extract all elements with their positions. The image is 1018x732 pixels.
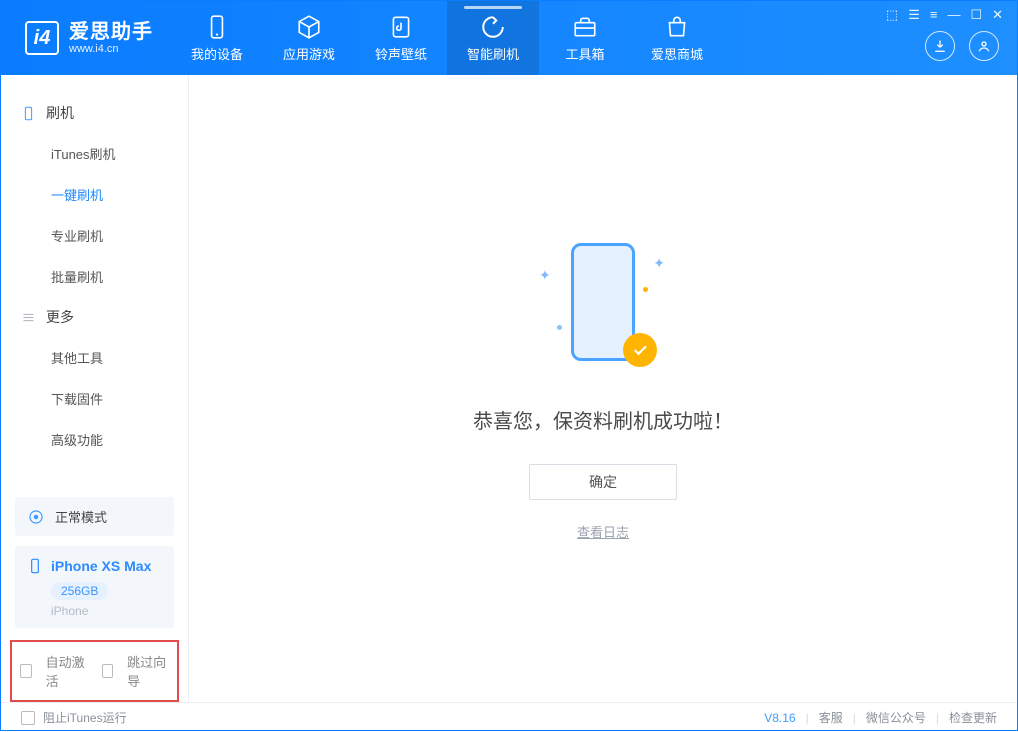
mode-label: 正常模式 bbox=[55, 507, 107, 526]
success-message: 恭喜您，保资料刷机成功啦！ bbox=[473, 405, 733, 434]
main-content: ✦ ✦ 恭喜您，保资料刷机成功啦！ 确定 查看日志 bbox=[189, 75, 1017, 702]
footer-link-wechat[interactable]: 微信公众号 bbox=[866, 709, 926, 726]
footer: 阻止iTunes运行 V8.16 | 客服 | 微信公众号 | 检查更新 bbox=[1, 702, 1017, 732]
sidebar: 刷机 iTunes刷机 一键刷机 专业刷机 批量刷机 更多 其他工具 下载固件 … bbox=[1, 75, 189, 702]
skip-guide-checkbox[interactable] bbox=[102, 664, 114, 678]
sidebar-section-more: 更多 bbox=[1, 297, 188, 337]
nav-tabs: 我的设备 应用游戏 铃声壁纸 智能刷机 工具箱 爱思商城 bbox=[171, 1, 723, 75]
sidebar-item-pro-flash[interactable]: 专业刷机 bbox=[1, 215, 188, 256]
view-log-link[interactable]: 查看日志 bbox=[577, 522, 629, 541]
check-icon bbox=[631, 341, 649, 359]
minimize-icon[interactable]: — bbox=[947, 7, 960, 23]
list-small-icon bbox=[21, 310, 36, 325]
app-subtitle: www.i4.cn bbox=[69, 43, 153, 55]
skip-guide-label: 跳过向导 bbox=[127, 652, 169, 690]
activation-options: 自动激活 跳过向导 bbox=[10, 640, 179, 702]
tab-smart-flash[interactable]: 智能刷机 bbox=[447, 1, 539, 75]
tab-label: 智能刷机 bbox=[467, 44, 519, 63]
sparkle-icon: ✦ bbox=[539, 267, 551, 284]
auto-activate-checkbox[interactable] bbox=[20, 664, 32, 678]
success-illustration: ✦ ✦ bbox=[543, 237, 663, 377]
auto-activate-label: 自动激活 bbox=[46, 652, 88, 690]
sidebar-item-itunes-flash[interactable]: iTunes刷机 bbox=[1, 133, 188, 174]
refresh-icon bbox=[480, 14, 506, 40]
sidebar-item-advanced[interactable]: 高级功能 bbox=[1, 419, 188, 460]
device-name: iPhone XS Max bbox=[51, 558, 151, 574]
sidebar-item-batch-flash[interactable]: 批量刷机 bbox=[1, 256, 188, 297]
sparkle-icon: ✦ bbox=[653, 255, 665, 272]
phone-small-icon bbox=[21, 106, 36, 121]
tab-label: 铃声壁纸 bbox=[375, 44, 427, 63]
device-icon bbox=[204, 14, 230, 40]
mode-card[interactable]: 正常模式 bbox=[15, 497, 174, 536]
block-itunes-label: 阻止iTunes运行 bbox=[43, 709, 127, 726]
tab-ringtones-wallpapers[interactable]: 铃声壁纸 bbox=[355, 1, 447, 75]
download-icon bbox=[932, 38, 948, 54]
dot-icon bbox=[643, 287, 648, 292]
bag-icon bbox=[664, 14, 690, 40]
separator: | bbox=[853, 711, 856, 725]
tab-label: 工具箱 bbox=[565, 44, 604, 63]
device-storage: 256GB bbox=[51, 582, 108, 600]
tab-store[interactable]: 爱思商城 bbox=[631, 1, 723, 75]
tab-label: 我的设备 bbox=[191, 44, 243, 63]
tab-apps-games[interactable]: 应用游戏 bbox=[263, 1, 355, 75]
dot-icon bbox=[557, 325, 562, 330]
list-icon[interactable]: ☰ bbox=[908, 7, 920, 23]
device-type: iPhone bbox=[51, 604, 162, 618]
sidebar-item-oneclick-flash[interactable]: 一键刷机 bbox=[1, 174, 188, 215]
tab-toolbox[interactable]: 工具箱 bbox=[539, 1, 631, 75]
music-icon bbox=[388, 14, 414, 40]
separator: | bbox=[936, 711, 939, 725]
device-card[interactable]: iPhone XS Max 256GB iPhone bbox=[15, 546, 174, 628]
block-itunes-checkbox[interactable] bbox=[21, 711, 35, 725]
sidebar-section-flash: 刷机 bbox=[1, 93, 188, 133]
user-icon bbox=[976, 38, 992, 54]
checkmark-badge bbox=[623, 333, 657, 367]
header-bar: ⬚ ☰ ≡ — ☐ ✕ i4 爱思助手 www.i4.cn 我的设备 应用游戏 … bbox=[1, 1, 1017, 75]
section-title: 更多 bbox=[46, 307, 74, 327]
logo: i4 爱思助手 www.i4.cn bbox=[1, 1, 171, 75]
logo-icon: i4 bbox=[25, 21, 59, 55]
sidebar-item-other-tools[interactable]: 其他工具 bbox=[1, 337, 188, 378]
tshirt-icon[interactable]: ⬚ bbox=[886, 7, 898, 23]
tab-label: 爱思商城 bbox=[651, 44, 703, 63]
cube-icon bbox=[296, 14, 322, 40]
app-title: 爱思助手 bbox=[69, 21, 153, 43]
separator: | bbox=[806, 711, 809, 725]
body: 刷机 iTunes刷机 一键刷机 专业刷机 批量刷机 更多 其他工具 下载固件 … bbox=[1, 75, 1017, 702]
maximize-icon[interactable]: ☐ bbox=[970, 7, 982, 23]
download-button[interactable] bbox=[925, 31, 955, 61]
sidebar-bottom: 正常模式 iPhone XS Max 256GB iPhone bbox=[1, 487, 188, 628]
ok-button[interactable]: 确定 bbox=[529, 464, 677, 500]
device-small-icon bbox=[27, 558, 43, 574]
tab-label: 应用游戏 bbox=[283, 44, 335, 63]
sidebar-item-download-firmware[interactable]: 下载固件 bbox=[1, 378, 188, 419]
footer-link-support[interactable]: 客服 bbox=[819, 709, 843, 726]
version-label: V8.16 bbox=[764, 711, 795, 725]
toolbox-icon bbox=[572, 14, 598, 40]
tab-my-device[interactable]: 我的设备 bbox=[171, 1, 263, 75]
close-icon[interactable]: ✕ bbox=[992, 7, 1003, 23]
user-button[interactable] bbox=[969, 31, 999, 61]
section-title: 刷机 bbox=[46, 103, 74, 123]
mode-icon bbox=[27, 508, 45, 526]
footer-link-update[interactable]: 检查更新 bbox=[949, 709, 997, 726]
menu-icon[interactable]: ≡ bbox=[930, 7, 938, 23]
window-controls: ⬚ ☰ ≡ — ☐ ✕ bbox=[886, 7, 1003, 23]
